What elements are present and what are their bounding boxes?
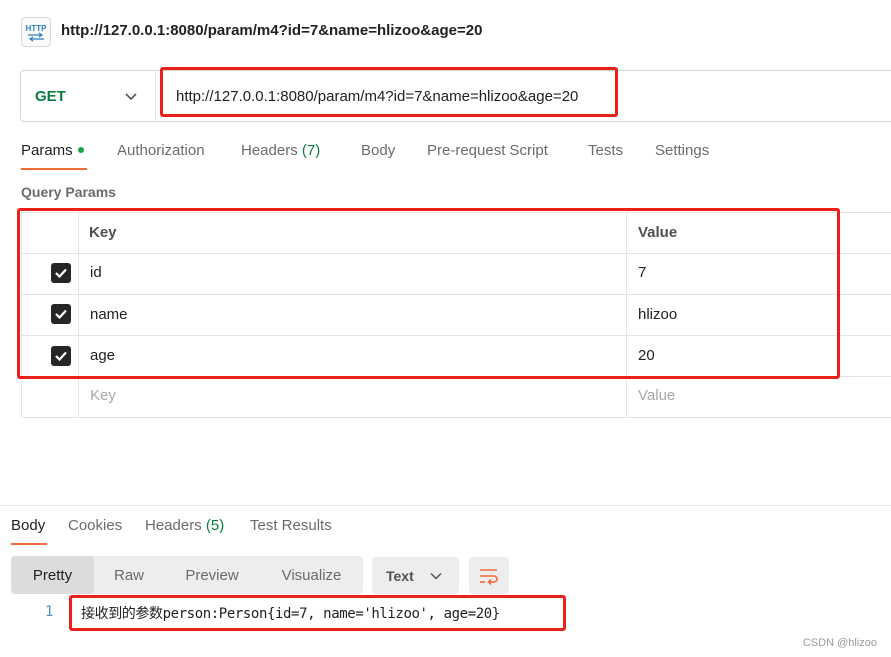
response-tab-headers-label: Headers [145, 517, 202, 534]
column-header-key: Key [89, 224, 117, 241]
param-value-cell[interactable]: 20 [638, 347, 655, 364]
tab-tests[interactable]: Tests [588, 142, 623, 159]
tab-authorization[interactable]: Authorization [117, 142, 205, 159]
method-select[interactable]: GET [35, 88, 66, 105]
response-divider [0, 505, 891, 506]
url-bar-divider [155, 71, 156, 121]
param-key-cell[interactable]: age [90, 347, 115, 364]
param-value-placeholder[interactable]: Value [638, 387, 675, 404]
param-key-cell[interactable]: id [90, 264, 102, 281]
tab-settings[interactable]: Settings [655, 142, 709, 159]
checkmark-icon [55, 268, 67, 279]
params-active-dot [77, 147, 84, 153]
table-border-left [21, 212, 22, 418]
tab-headers-label: Headers [241, 142, 298, 159]
view-mode-preview[interactable]: Preview [164, 556, 260, 594]
column-header-value: Value [638, 224, 678, 241]
response-tab-headers-count: (5) [205, 517, 225, 534]
view-mode-raw[interactable]: Raw [94, 556, 164, 594]
table-row-divider [21, 294, 891, 295]
response-tab-body[interactable]: Body [11, 517, 45, 534]
param-checkbox[interactable] [51, 263, 71, 283]
response-tab-test-results[interactable]: Test Results [250, 517, 332, 534]
response-tab-cookies[interactable]: Cookies [68, 517, 122, 534]
param-value-cell[interactable]: hlizoo [638, 306, 677, 323]
chevron-down-icon [430, 572, 442, 580]
table-col-divider [626, 212, 627, 418]
table-col-divider [78, 212, 79, 418]
table-border-top [21, 212, 891, 213]
format-select-label: Text [386, 567, 414, 584]
watermark: CSDN @hlizoo [802, 637, 877, 649]
tab-headers-count: (7) [301, 142, 321, 159]
checkmark-icon [55, 351, 67, 362]
wrap-lines-icon[interactable] [469, 557, 509, 594]
active-tab-underline [21, 168, 87, 170]
request-title: http://127.0.0.1:8080/param/m4?id=7&name… [61, 22, 483, 39]
param-checkbox[interactable] [51, 304, 71, 324]
query-params-table: Key Value id 7 name hlizoo age 20 Key Va… [21, 212, 891, 418]
http-icon-label: HTTP [26, 24, 48, 33]
response-tab-headers[interactable]: Headers (5) [145, 517, 224, 534]
checkmark-icon [55, 309, 67, 320]
url-input[interactable]: http://127.0.0.1:8080/param/m4?id=7&name… [176, 88, 578, 105]
table-border-bottom [21, 417, 891, 418]
chevron-down-icon[interactable] [124, 90, 138, 102]
line-number: 1 [45, 604, 54, 620]
tab-headers[interactable]: Headers (7) [241, 142, 320, 159]
table-row-divider [21, 335, 891, 336]
active-response-tab-underline [11, 543, 47, 545]
tab-params-label: Params [21, 142, 73, 159]
view-mode-pretty[interactable]: Pretty [11, 556, 94, 594]
table-row-divider [21, 253, 891, 254]
param-key-placeholder[interactable]: Key [90, 387, 116, 404]
param-key-cell[interactable]: name [90, 306, 128, 323]
param-value-cell[interactable]: 7 [638, 264, 646, 281]
tab-params[interactable]: Params [21, 142, 84, 159]
response-body-text: 接收到的参数person:Person{id=7, name='hlizoo',… [81, 606, 500, 622]
view-mode-visualize[interactable]: Visualize [260, 556, 363, 594]
tab-pre-request-script[interactable]: Pre-request Script [427, 142, 548, 159]
table-row-divider [21, 376, 891, 377]
query-params-label: Query Params [21, 184, 116, 200]
tab-body[interactable]: Body [361, 142, 395, 159]
format-select[interactable]: Text [372, 557, 459, 594]
http-file-icon: HTTP [21, 17, 51, 47]
param-checkbox[interactable] [51, 346, 71, 366]
